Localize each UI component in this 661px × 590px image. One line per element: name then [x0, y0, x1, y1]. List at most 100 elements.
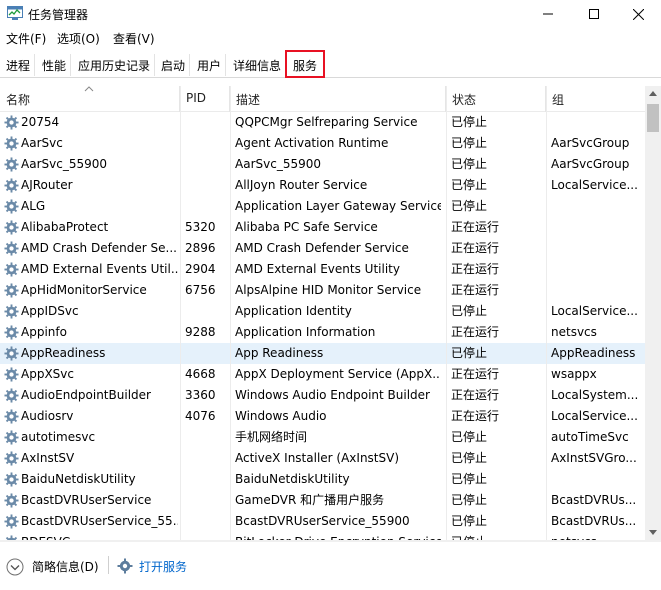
vertical-scrollbar[interactable]	[645, 86, 661, 540]
close-icon	[632, 8, 644, 20]
table-row[interactable]: AppXSvc 4668 AppX Deployment Service (AppX…	[0, 364, 645, 385]
service-pid: 2904	[185, 262, 216, 276]
service-group: BcastDVRUs...	[551, 514, 637, 528]
table-row[interactable]: AarSvc_55900 AarSvc_55900 已停止 AarSvcGroup	[0, 154, 645, 175]
menu-options[interactable]: 选项(O)	[57, 30, 100, 47]
service-description: Application Identity	[235, 304, 352, 318]
minimize-button[interactable]	[525, 0, 571, 28]
table-row[interactable]: ApHidMonitorService 6756 AlpsAlpine HID Mo…	[0, 280, 645, 301]
column-divider	[546, 86, 547, 540]
table-row[interactable]: AMD Crash Defender Se... 2896 AMD Crash De…	[0, 238, 645, 259]
service-pid	[185, 133, 229, 154]
service-gear-icon	[4, 178, 19, 193]
table-row[interactable]: 20754 QQPCMgr Selfreparing Service 已停止	[0, 112, 645, 133]
service-group: LocalService...	[551, 304, 638, 318]
column-divider	[446, 86, 447, 540]
service-gear-icon	[4, 304, 19, 319]
service-pid: 6756	[185, 283, 216, 297]
tab-users[interactable]: 用户	[193, 54, 227, 76]
menu-view[interactable]: 查看(V)	[113, 30, 155, 47]
table-row[interactable]: BcastDVRUserService GameDVR 和广播用户服务 已停止 Bca…	[0, 490, 645, 511]
table-row[interactable]: AudioEndpointBuilder 3360 Windows Audio En…	[0, 385, 645, 406]
table-row[interactable]: AxInstSV ActiveX Installer (AxInstSV) 已停止 A…	[0, 448, 645, 469]
column-pid[interactable]: PID	[180, 86, 230, 112]
tab-processes[interactable]: 进程	[2, 54, 36, 76]
service-description: Application Layer Gateway Service	[235, 199, 441, 213]
service-description: Application Information	[235, 325, 376, 339]
open-services-link[interactable]: 打开服务	[139, 558, 187, 575]
table-row[interactable]: AMD External Events Util... 2904 AMD Exter…	[0, 259, 645, 280]
service-status: 已停止	[451, 346, 488, 360]
service-pid	[185, 175, 229, 196]
service-pid: 4668	[185, 367, 216, 381]
column-description[interactable]: 描述	[230, 86, 446, 112]
service-name: AppReadiness	[21, 346, 106, 360]
service-name: ALG	[21, 199, 46, 213]
service-status: 已停止	[451, 304, 488, 318]
table-row[interactable]: AlibabaProtect 5320 Alibaba PC Safe Servic…	[0, 217, 645, 238]
service-pid	[185, 448, 229, 469]
service-group	[551, 469, 643, 490]
table-row[interactable]: BcastDVRUserService_55... BcastDVRUserSer…	[0, 511, 645, 532]
service-status: 已停止	[451, 532, 545, 540]
service-status: 正在运行	[451, 220, 500, 234]
scroll-thumb[interactable]	[647, 104, 659, 132]
service-name: AJRouter	[21, 178, 73, 192]
table-row[interactable]: AppIDSvc Application Identity 已停止 LocalServ…	[0, 301, 645, 322]
table-row[interactable]: AJRouter AllJoyn Router Service 已停止 LocalSe…	[0, 175, 645, 196]
service-status: 正在运行	[451, 367, 500, 381]
service-name: autotimesvc	[21, 430, 96, 444]
service-gear-icon	[4, 136, 19, 151]
service-status: 已停止	[451, 451, 488, 465]
service-pid: 5320	[185, 220, 216, 234]
close-button[interactable]	[615, 0, 661, 28]
service-name: AppIDSvc	[21, 304, 79, 318]
service-status: 已停止	[451, 115, 488, 129]
service-description: Alibaba PC Safe Service	[235, 220, 378, 234]
service-gear-icon	[4, 388, 19, 403]
tab-startup[interactable]: 启动	[157, 54, 191, 76]
service-group: wsappx	[551, 367, 597, 381]
menu-file[interactable]: 文件(F)	[6, 30, 46, 47]
service-gear-icon	[4, 241, 19, 256]
tab-performance[interactable]: 性能	[38, 54, 72, 76]
service-name: AarSvc_55900	[21, 157, 107, 171]
table-row[interactable]: autotimesvc 手机网络时间 已停止 autoTimeSvc	[0, 427, 645, 448]
table-row[interactable]: Appinfo 9288 Application Information 正在运行 ne…	[0, 322, 645, 343]
table-row[interactable]: BaiduNetdiskUtility BaiduNetdiskUtility 已停…	[0, 469, 645, 490]
service-group	[551, 196, 643, 217]
service-group	[551, 112, 643, 133]
service-status: 正在运行	[451, 283, 500, 297]
service-name: BcastDVRUserService	[21, 493, 152, 507]
table-row[interactable]: Audiosrv 4076 Windows Audio 正在运行 LocalServic…	[0, 406, 645, 427]
table-row[interactable]: ALG Application Layer Gateway Service 已停止	[0, 196, 645, 217]
tab-app-history[interactable]: 应用历史记录	[74, 54, 156, 76]
service-group: BcastDVRUs...	[551, 493, 637, 507]
table-row[interactable]: BDESVC BitLocker Drive Encryption Service…	[0, 532, 645, 540]
service-gear-icon	[4, 346, 19, 361]
tab-services[interactable]: 服务	[285, 50, 326, 78]
service-gear-icon	[4, 199, 19, 214]
column-group[interactable]: 组	[546, 86, 645, 112]
service-description: AllJoyn Router Service	[235, 178, 368, 192]
scroll-up-icon[interactable]	[649, 91, 657, 96]
service-status: 已停止	[451, 430, 488, 444]
service-group	[551, 280, 643, 301]
table-row[interactable]: AarSvc Agent Activation Runtime 已停止 AarSvcG…	[0, 133, 645, 154]
service-description: AarSvc_55900	[235, 157, 321, 171]
service-name: AarSvc	[21, 136, 63, 150]
service-gear-icon	[4, 325, 19, 340]
maximize-button[interactable]	[571, 0, 617, 28]
service-status: 已停止	[451, 136, 488, 150]
service-pid: 9288	[185, 325, 216, 339]
service-group: AppReadiness	[551, 346, 636, 360]
column-status[interactable]: 状态	[446, 86, 546, 112]
brief-info-link[interactable]: 简略信息(D)	[32, 558, 99, 575]
service-gear-icon	[4, 493, 19, 508]
service-pid: 2896	[185, 241, 216, 255]
table-row[interactable]: AppReadiness App Readiness 已停止 AppReadiness	[0, 343, 645, 364]
collapse-chevron-icon[interactable]	[6, 558, 24, 576]
scroll-down-icon[interactable]	[649, 530, 657, 535]
service-description: AMD External Events Utility	[235, 262, 400, 276]
tab-details[interactable]: 详细信息	[229, 54, 287, 76]
